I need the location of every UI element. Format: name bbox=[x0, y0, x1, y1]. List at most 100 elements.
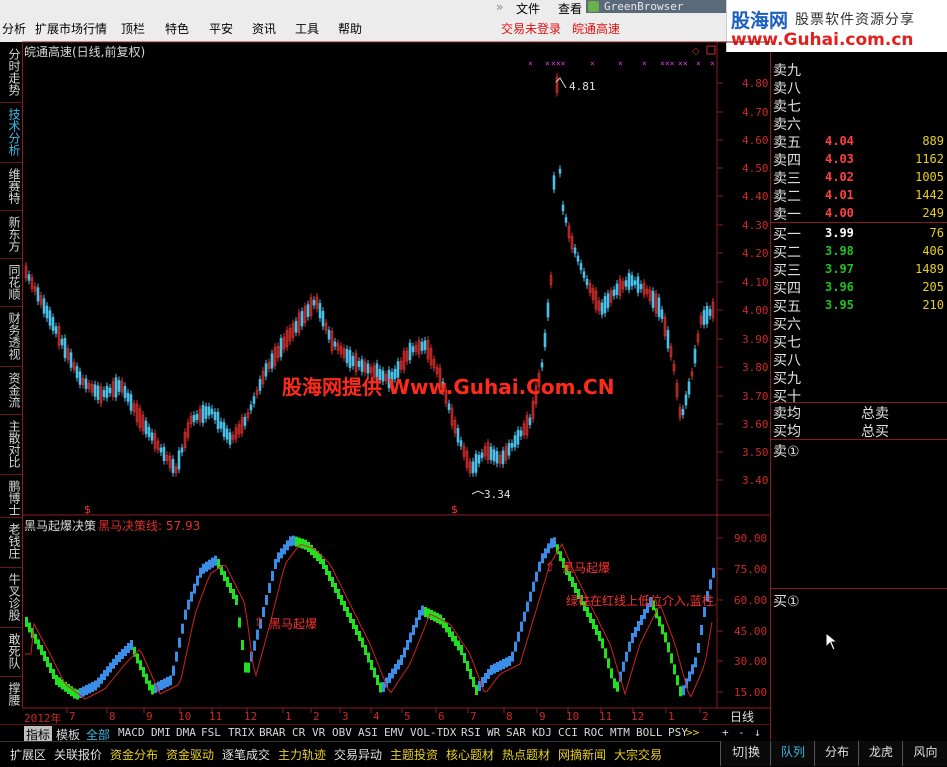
func-news-digest[interactable]: 网摘新闻 bbox=[558, 746, 606, 763]
time-label: 11 bbox=[599, 710, 613, 723]
ask-row[interactable]: 卖二 4.01 1442 bbox=[771, 186, 947, 205]
tab-obv[interactable]: OBV bbox=[332, 726, 352, 739]
ask-row[interactable]: 卖六 bbox=[771, 114, 947, 133]
tab-dma[interactable]: DMA bbox=[176, 726, 196, 739]
scroll-down-button[interactable]: ↓ bbox=[754, 726, 761, 739]
candle-body bbox=[528, 417, 532, 425]
indicator-bar bbox=[676, 675, 679, 686]
period-selector[interactable]: 日线 bbox=[730, 708, 754, 725]
svg-text:×××: ××× bbox=[551, 59, 566, 68]
ask-label: 卖六 bbox=[773, 117, 801, 133]
ask-row[interactable]: 卖八 bbox=[771, 78, 947, 97]
bid-row[interactable]: 买六 bbox=[771, 314, 947, 333]
func-core-topics[interactable]: 核心题材 bbox=[446, 746, 494, 763]
indicator-bar bbox=[598, 631, 601, 641]
tab-cci[interactable]: CCI bbox=[558, 726, 578, 739]
tab-more[interactable]: >> bbox=[686, 726, 699, 739]
ask-row[interactable]: 卖一 4.00 249 bbox=[771, 204, 947, 223]
tab-vol-tdx[interactable]: VOL-TDX bbox=[410, 726, 456, 739]
bid-row[interactable]: 买五 3.95 210 bbox=[771, 296, 947, 315]
tab-roc[interactable]: ROC bbox=[584, 726, 604, 739]
indicator-bar bbox=[226, 577, 229, 587]
candle-body bbox=[651, 290, 655, 308]
tab-kdj[interactable]: KDJ bbox=[532, 726, 552, 739]
indicator-name[interactable]: 黑马起爆决策 bbox=[24, 517, 96, 534]
queue-button[interactable]: 队列 bbox=[770, 741, 815, 766]
func-capital-drive[interactable]: 资金驱动 bbox=[166, 746, 214, 763]
func-theme-invest[interactable]: 主题投资 bbox=[390, 746, 438, 763]
bid-row[interactable]: 买九 bbox=[771, 368, 947, 387]
func-main-track[interactable]: 主力轨迹 bbox=[278, 746, 326, 763]
total-buy-label: 总买 bbox=[861, 424, 889, 440]
window-max-icon[interactable] bbox=[706, 45, 716, 55]
sell1-queue-label: 卖① bbox=[773, 444, 800, 460]
indicator-bar bbox=[550, 538, 553, 549]
bid-row[interactable]: 买四 3.96 205 bbox=[771, 278, 947, 297]
time-label: 8 bbox=[506, 710, 513, 723]
indicator-bar bbox=[631, 633, 634, 643]
tab-boll[interactable]: BOLL bbox=[636, 726, 663, 739]
indicator-line-value: 黑马决策线: 57.93 bbox=[98, 519, 201, 533]
switch-button[interactable]: 切|换 bbox=[720, 741, 771, 766]
ask-volume: 1442 bbox=[915, 188, 944, 202]
indicator-bar bbox=[499, 660, 502, 671]
indicator-bar bbox=[457, 640, 460, 651]
tab-rsi[interactable]: RSI bbox=[461, 726, 481, 739]
tab-wr[interactable]: WR bbox=[487, 726, 500, 739]
buy1-queue-label: 买① bbox=[773, 594, 800, 610]
chart-canvas[interactable]: × × ××× × × × ××× ×× × × ◇ $ $ ⇧ ⇧ bbox=[0, 0, 770, 724]
func-linked-quotes[interactable]: 关联报价 bbox=[54, 746, 102, 763]
indicator-bar bbox=[88, 683, 91, 694]
indicator-bar bbox=[415, 617, 418, 628]
func-hot-topics[interactable]: 热点题材 bbox=[502, 746, 550, 763]
bid-row[interactable]: 买三 3.97 1489 bbox=[771, 260, 947, 279]
indicator-bar bbox=[544, 548, 547, 559]
tab-vr[interactable]: VR bbox=[312, 726, 325, 739]
tab-mtm[interactable]: MTM bbox=[610, 726, 630, 739]
ask-row[interactable]: 卖五 4.04 889 bbox=[771, 132, 947, 151]
candle-body bbox=[489, 446, 493, 460]
tab-asi[interactable]: ASI bbox=[358, 726, 378, 739]
indicator-bar bbox=[520, 621, 523, 632]
ask-row[interactable]: 卖七 bbox=[771, 96, 947, 115]
tab-psy[interactable]: PSY bbox=[668, 726, 688, 739]
tab-fsl[interactable]: FSL bbox=[201, 726, 221, 739]
ask-row[interactable]: 卖四 4.03 1162 bbox=[771, 150, 947, 169]
indicator-bar bbox=[511, 651, 514, 662]
chart-title: 皖通高速(日线,前复权) bbox=[24, 45, 146, 59]
func-ext-area[interactable]: 扩展区 bbox=[10, 746, 46, 763]
candle-body bbox=[300, 311, 304, 327]
ask-row[interactable]: 卖三 4.02 1005 bbox=[771, 168, 947, 187]
tab-emv[interactable]: EMV bbox=[384, 726, 404, 739]
candle-body bbox=[243, 416, 247, 426]
ask-volume: 249 bbox=[922, 206, 944, 220]
ask-row[interactable]: 卖九 bbox=[771, 60, 947, 79]
dragon-tiger-button[interactable]: 龙虎 bbox=[858, 741, 903, 766]
tab-brar[interactable]: BRAR bbox=[259, 726, 286, 739]
indicator-bar bbox=[28, 622, 31, 633]
distribution-button[interactable]: 分布 bbox=[814, 741, 859, 766]
tab-sar[interactable]: SAR bbox=[506, 726, 526, 739]
zoom-out-button[interactable]: - bbox=[738, 726, 745, 739]
tab-trix[interactable]: TRIX bbox=[228, 726, 255, 739]
indicator-bar bbox=[571, 577, 574, 587]
tab-dmi[interactable]: DMI bbox=[151, 726, 171, 739]
bid-row[interactable]: 买二 3.98 406 bbox=[771, 242, 947, 261]
wind-direction-button[interactable]: 风向 bbox=[902, 741, 947, 766]
func-trade-anomaly[interactable]: 交易异动 bbox=[334, 746, 382, 763]
indicator-bar bbox=[337, 589, 340, 599]
ask-label: 卖五 bbox=[773, 135, 801, 151]
indicator-bar bbox=[670, 653, 673, 664]
bid-row[interactable]: 买八 bbox=[771, 350, 947, 369]
func-capital-dist[interactable]: 资金分布 bbox=[110, 746, 158, 763]
zoom-in-button[interactable]: + bbox=[722, 726, 729, 739]
diamond-icon[interactable]: ◇ bbox=[692, 46, 700, 57]
func-tick-trades[interactable]: 逐笔成交 bbox=[222, 746, 270, 763]
tab-macd[interactable]: MACD bbox=[118, 726, 145, 739]
candle-body bbox=[561, 204, 565, 212]
func-block-trades[interactable]: 大宗交易 bbox=[614, 746, 662, 763]
indicator-bar bbox=[124, 646, 127, 656]
tab-cr[interactable]: CR bbox=[292, 726, 305, 739]
bid-row[interactable]: 买一 3.99 76 bbox=[771, 224, 947, 243]
bid-row[interactable]: 买七 bbox=[771, 332, 947, 351]
